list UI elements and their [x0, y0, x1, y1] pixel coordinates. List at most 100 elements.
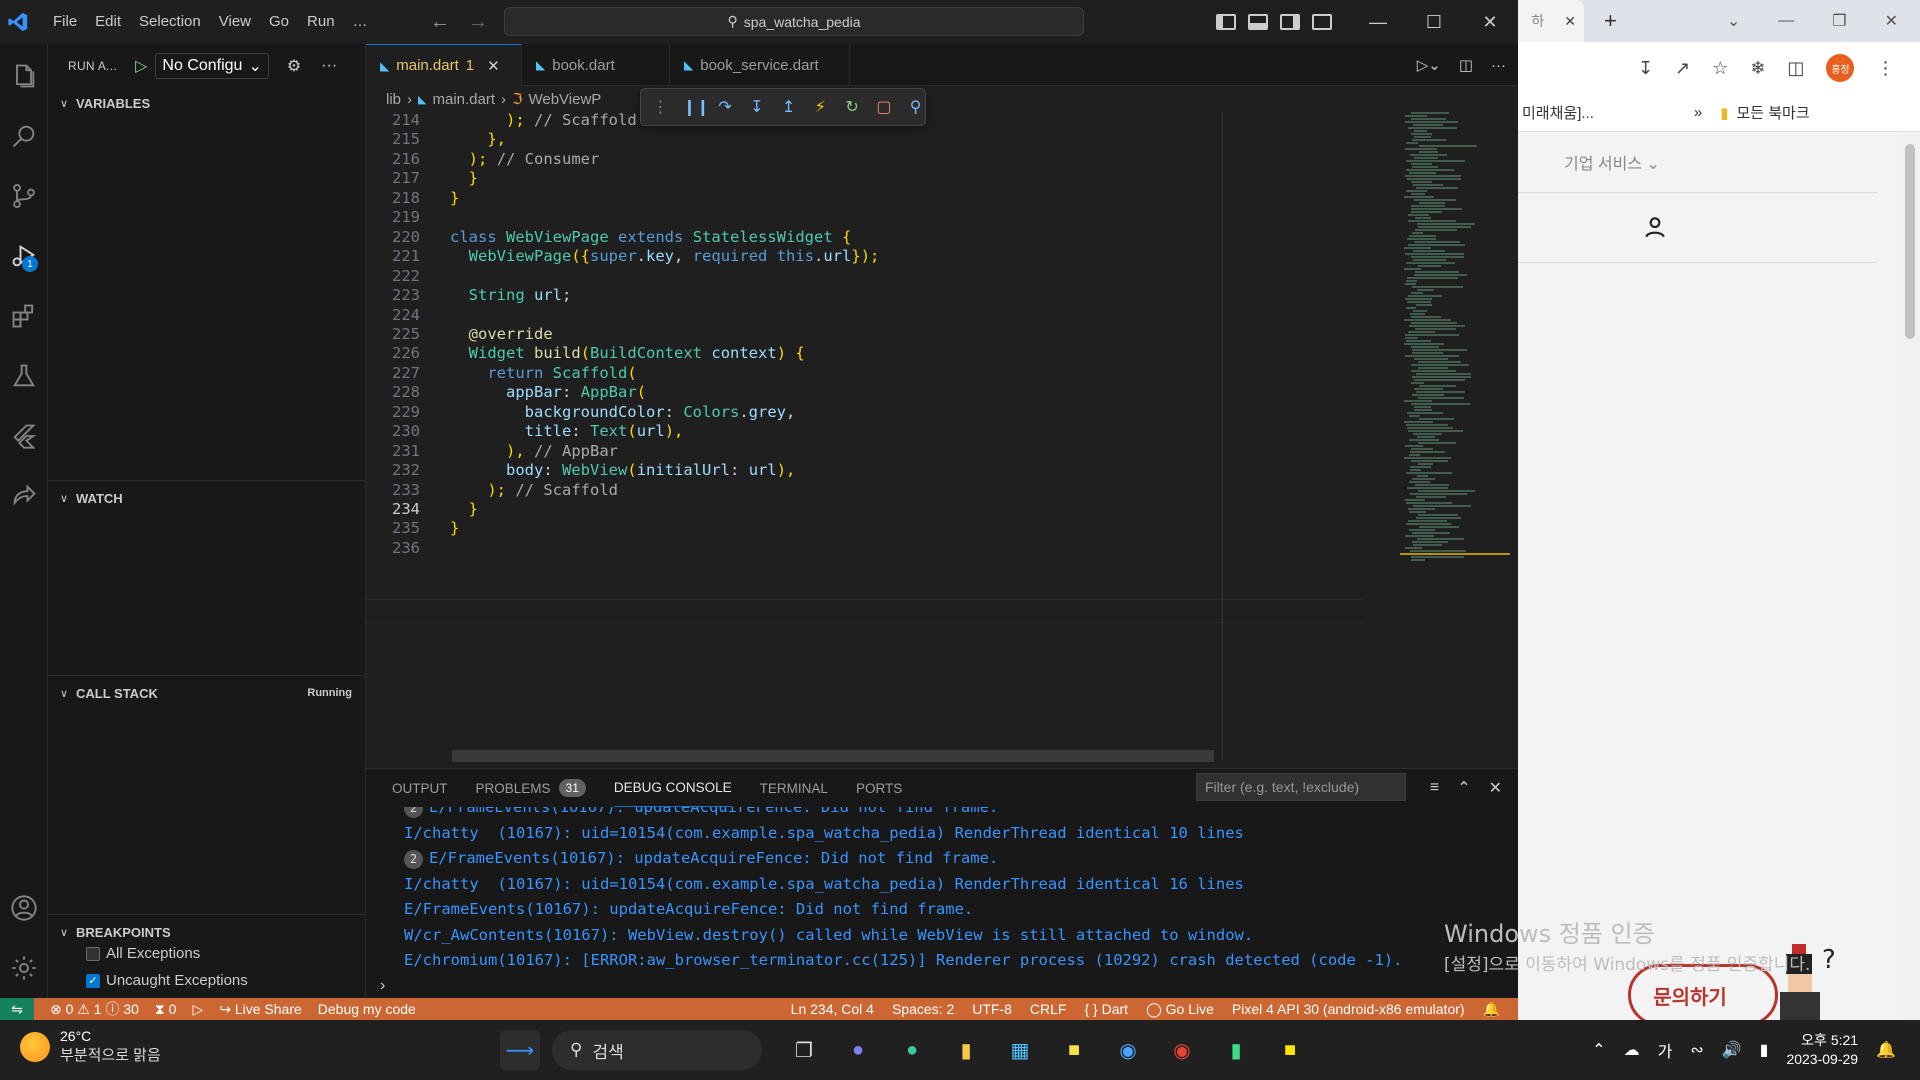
code-line[interactable]: 235} [366, 518, 1366, 538]
ime-indicator[interactable]: 가 [1658, 1038, 1673, 1062]
debug-console-output[interactable]: 2 E/FrameEvents(10167): updateAcquireFenc… [404, 807, 1514, 979]
tab-close-icon[interactable]: ✕ [1564, 13, 1576, 30]
code-editor[interactable]: 214 ); // Scaffold 215 }, 216 ); // Consum… [366, 112, 1518, 760]
bookmark-star-icon[interactable]: ☆ [1712, 58, 1728, 79]
code-line[interactable]: 215 }, [366, 129, 1366, 149]
file-explorer-icon[interactable]: ▮ [946, 1030, 986, 1070]
notification-icon[interactable]: 🔔 [1876, 1040, 1896, 1060]
code-line[interactable]: 229 backgroundColor: Colors.grey, [366, 402, 1366, 422]
maps-icon[interactable]: ◉ [1108, 1030, 1148, 1070]
bookmark-item[interactable]: 미래채움]... [1522, 102, 1594, 123]
flutter-icon[interactable] [0, 412, 48, 460]
maximize-icon[interactable]: ☐ [1406, 0, 1462, 44]
console-filter-input[interactable]: Filter (e.g. text, !exclude) [1196, 773, 1406, 801]
tab-output[interactable]: OUTPUT [392, 769, 448, 807]
vscode-taskbar-icon[interactable]: ⟶ [500, 1030, 540, 1070]
live-share-status[interactable]: ↪ Live Share [219, 1001, 302, 1018]
split-editor-icon[interactable]: ◫ [1459, 56, 1473, 74]
step-out-icon[interactable]: ↥ [779, 97, 798, 117]
minimize-icon[interactable]: — [1350, 0, 1406, 44]
search-activity-icon[interactable] [0, 112, 48, 160]
browser-tab[interactable]: 하 ✕ [1518, 0, 1584, 42]
scrollbar-thumb[interactable] [1905, 144, 1915, 339]
tab-debug-console[interactable]: DEBUG CONSOLE [613, 769, 732, 807]
ports-status[interactable]: ⧗ 0 [155, 1001, 177, 1018]
taskbar-search[interactable]: ⚲ 검색 [552, 1030, 762, 1070]
install-app-icon[interactable]: ↧ [1638, 58, 1653, 79]
tray-overflow-icon[interactable]: ⌃ [1592, 1040, 1605, 1060]
maximize-panel-icon[interactable]: ⌃ [1457, 778, 1470, 798]
drag-handle-icon[interactable]: ⋮ [651, 97, 670, 117]
watch-section[interactable]: ∨ WATCH [48, 487, 366, 509]
breakpoints-section[interactable]: ∨ BREAKPOINTS [48, 921, 366, 943]
remote-icon[interactable]: ⇋ [0, 998, 34, 1020]
code-line[interactable]: 224 [366, 305, 1366, 325]
tab-book-service-dart[interactable]: ◣ book_service.dart [670, 44, 850, 86]
cloud-icon[interactable]: ☁ [1624, 1040, 1640, 1060]
share-icon[interactable]: ↗ [1675, 58, 1690, 79]
console-prompt-icon[interactable]: › [380, 977, 385, 995]
tab-ports[interactable]: PORTS [856, 769, 902, 807]
kakaotalk-icon[interactable]: ■ [1270, 1030, 1310, 1070]
extensions-icon[interactable] [0, 292, 48, 340]
volume-icon[interactable]: 🔊 [1722, 1040, 1742, 1060]
live-share-icon[interactable] [0, 472, 48, 520]
code-line[interactable]: 231 ), // AppBar [366, 441, 1366, 461]
manage-gear-icon[interactable] [0, 944, 48, 992]
debug-my-code-status[interactable]: Debug my code [318, 1001, 416, 1017]
hot-reload-icon[interactable]: ⚡ [811, 97, 830, 117]
debug-settings-gear-icon[interactable]: ⚙ [287, 56, 301, 76]
tab-main-dart[interactable]: ◣ main.dart 1 ✕ [366, 44, 522, 86]
step-over-icon[interactable]: ↷ [716, 97, 735, 117]
code-line[interactable]: 218} [366, 188, 1366, 208]
close-icon[interactable]: ✕ [1885, 11, 1898, 31]
menu-more[interactable]: … [344, 0, 377, 44]
menu-view[interactable]: View [210, 0, 260, 44]
wifi-icon[interactable]: ∾ [1690, 1040, 1703, 1060]
minimap[interactable] [1400, 112, 1510, 760]
language-mode[interactable]: { } Dart [1084, 1001, 1128, 1017]
more-actions-icon[interactable]: ··· [321, 57, 337, 75]
source-control-icon[interactable] [0, 172, 48, 220]
command-center[interactable]: ⚲ spa_watcha_pedia [504, 7, 1084, 36]
code-line[interactable]: 232 body: WebView(initialUrl: url), [366, 460, 1366, 480]
notifications-bell-icon[interactable]: 🔔 [1483, 1001, 1500, 1018]
code-line[interactable]: 223 String url; [366, 285, 1366, 305]
sticky-notes-icon[interactable]: ■ [1054, 1030, 1094, 1070]
toggle-secondary-sidebar-icon[interactable] [1280, 14, 1300, 30]
forward-arrow-icon[interactable]: → [468, 11, 488, 34]
checkbox[interactable] [86, 946, 100, 961]
battery-icon[interactable]: ▮ [1760, 1040, 1769, 1060]
page-scrollbar[interactable] [1900, 134, 1920, 1020]
code-line[interactable]: 217 } [366, 168, 1366, 188]
more-actions-icon[interactable]: ··· [1491, 57, 1506, 74]
code-line[interactable]: 228 appBar: AppBar( [366, 382, 1366, 402]
task-view-icon[interactable]: ❐ [784, 1030, 824, 1070]
code-line[interactable]: 216 ); // Consumer [366, 149, 1366, 169]
step-into-icon[interactable]: ↧ [748, 97, 767, 117]
tab-close-icon[interactable]: ✕ [487, 57, 500, 75]
menu-go[interactable]: Go [260, 0, 298, 44]
variables-section[interactable]: ∨ VARIABLES [48, 92, 366, 114]
code-line[interactable]: 236 [366, 538, 1366, 558]
code-line[interactable]: 221 WebViewPage({super.key, required thi… [366, 246, 1366, 266]
debug-status-icon[interactable]: ▷ [192, 1001, 203, 1018]
problems-status[interactable]: ⊗ 0 ⚠ 1 ⓘ 30 [50, 999, 139, 1019]
config-dropdown[interactable]: No Configu ⌄ [155, 53, 269, 79]
stop-icon[interactable]: ▢ [875, 97, 894, 117]
checkbox-checked[interactable]: ✓ [86, 973, 100, 988]
toggle-panel-icon[interactable] [1248, 14, 1268, 30]
go-live-status[interactable]: ◯ Go Live [1146, 1001, 1214, 1018]
code-line[interactable]: 230 title: Text(url), [366, 421, 1366, 441]
close-panel-icon[interactable]: ✕ [1489, 778, 1502, 798]
more-bookmarks-icon[interactable]: » [1694, 104, 1702, 121]
back-arrow-icon[interactable]: ← [430, 11, 450, 34]
weather-widget[interactable]: 26°C 부분적으로 맑음 [20, 1028, 161, 1065]
widget-inspector-icon[interactable]: ⚲ [906, 97, 925, 117]
breadcrumb-symbol[interactable]: WebViewP [528, 91, 601, 108]
android-studio-icon[interactable]: ▮ [1216, 1030, 1256, 1070]
calendar-icon[interactable]: ▦ [1000, 1030, 1040, 1070]
close-icon[interactable]: ✕ [1462, 0, 1518, 44]
code-line[interactable]: 225 @override [366, 324, 1366, 344]
side-panel-icon[interactable]: ◫ [1787, 58, 1804, 79]
